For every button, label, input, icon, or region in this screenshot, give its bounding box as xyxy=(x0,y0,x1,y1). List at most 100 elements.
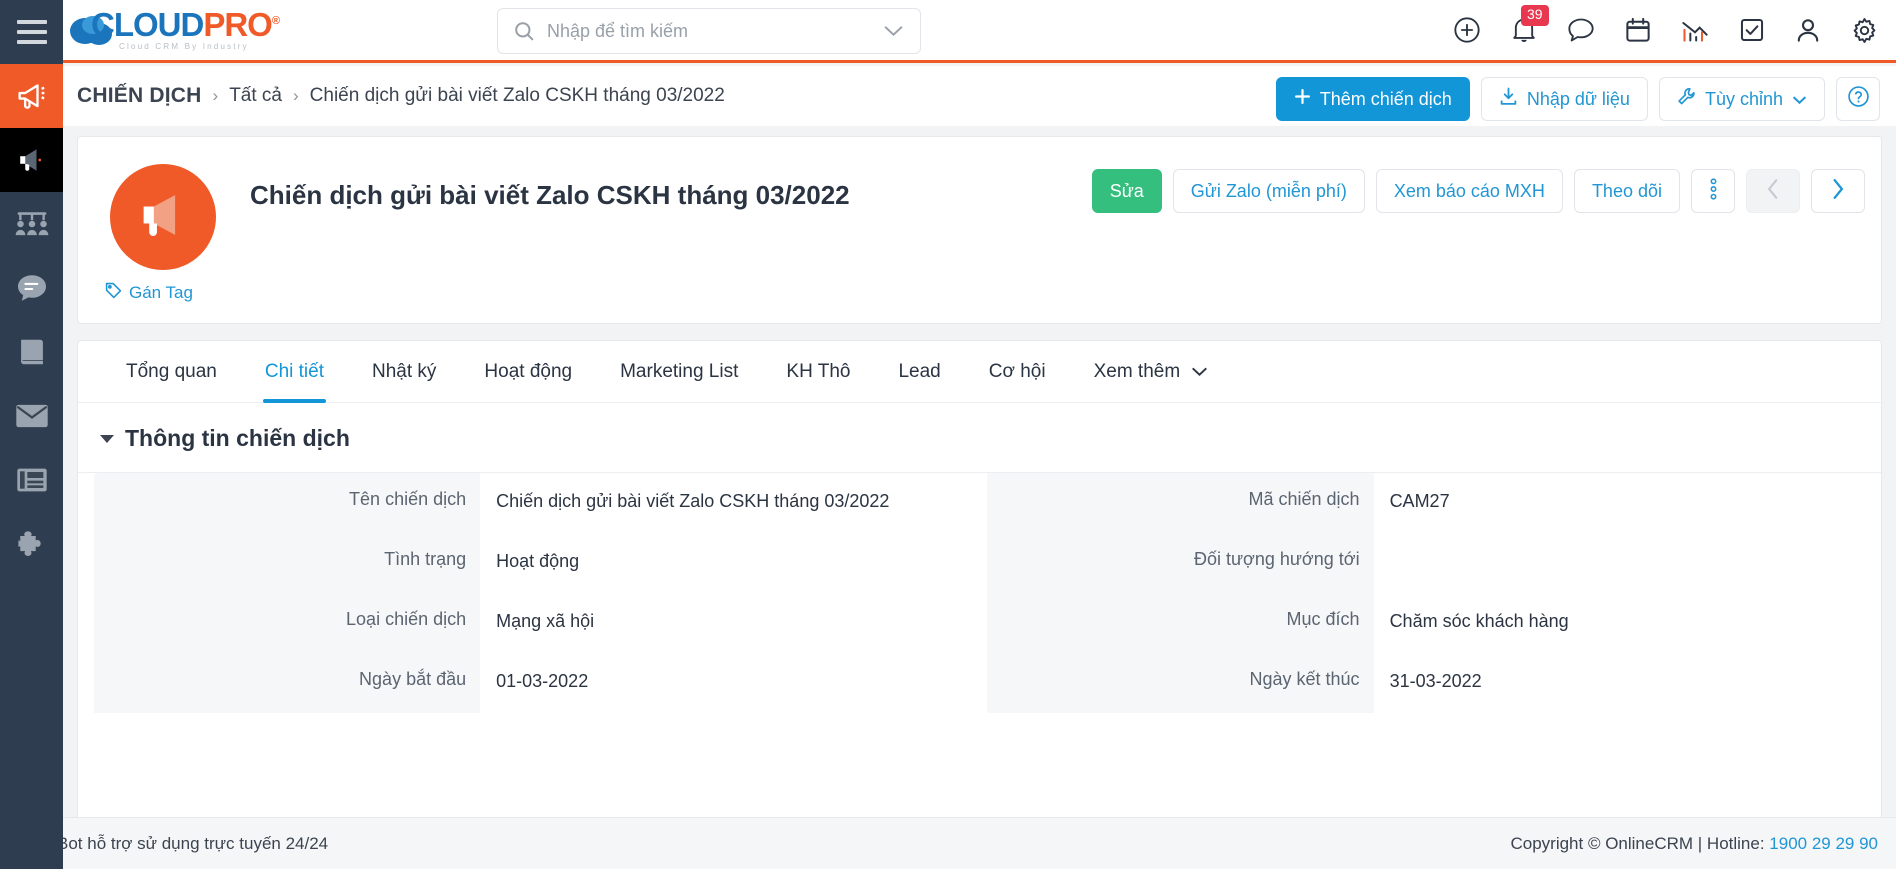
user-icon[interactable] xyxy=(1795,17,1821,43)
news-icon xyxy=(16,467,48,493)
add-campaign-label: Thêm chiến dịch xyxy=(1319,88,1452,109)
tab-label: Cơ hội xyxy=(988,360,1046,382)
sidebar-item-campaign-tooltip[interactable] xyxy=(0,128,63,192)
cloudpro-logo[interactable]: CLOUDPRO® Cloud CRM By Industry xyxy=(69,8,280,51)
tag-icon xyxy=(105,282,122,304)
customize-button[interactable]: Tùy chỉnh xyxy=(1658,77,1825,121)
field-value: Chăm sóc khách hàng xyxy=(1389,611,1569,631)
megaphone-icon xyxy=(15,145,48,175)
campaign-avatar xyxy=(110,164,216,270)
task-check-icon[interactable] xyxy=(1739,17,1765,43)
campaign-detail-card: Tổng quan Chi tiết Nhật ký Hoạt động Mar… xyxy=(77,340,1882,869)
tab-xem-them[interactable]: Xem thêm xyxy=(1070,341,1233,403)
help-button[interactable] xyxy=(1836,77,1880,121)
field-label: Đối tượng hướng tới xyxy=(987,533,1374,593)
help-circle-icon xyxy=(1847,85,1870,113)
kebab-menu-icon xyxy=(1710,177,1717,206)
field-row: Mã chiến dịch CAM27 xyxy=(987,473,1865,533)
breadcrumb: CHIẾN DỊCH › Tất cả › Chiến dịch gửi bài… xyxy=(77,84,725,108)
sidebar-item-library[interactable] xyxy=(0,320,63,384)
tab-lead[interactable]: Lead xyxy=(874,341,964,403)
edit-button-label: Sửa xyxy=(1109,180,1144,201)
field-label: Tình trạng xyxy=(94,533,481,593)
detail-right-column: Mã chiến dịch CAM27 Đối tượng hướng tới … xyxy=(987,473,1865,713)
add-circle-icon[interactable] xyxy=(1453,16,1481,44)
view-social-report-button[interactable]: Xem báo cáo MXH xyxy=(1375,169,1563,213)
tab-label: Lead xyxy=(898,360,941,382)
tab-label: Hoạt động xyxy=(484,360,573,382)
customize-label: Tùy chỉnh xyxy=(1704,88,1783,109)
global-search[interactable] xyxy=(497,8,921,54)
detail-field-grid: Tên chiến dịch Chiến dịch gửi bài viết Z… xyxy=(78,473,1881,713)
tab-nhat-ky[interactable]: Nhật ký xyxy=(348,341,460,403)
chat-icon xyxy=(16,274,48,302)
follow-label: Theo dõi xyxy=(1591,180,1662,201)
breadcrumb-item-all[interactable]: Tất cả xyxy=(229,85,282,107)
tab-label: Chi tiết xyxy=(264,360,324,382)
wrench-icon xyxy=(1677,87,1696,111)
field-label: Loại chiến dịch xyxy=(94,593,481,653)
tab-chi-tiet[interactable]: Chi tiết xyxy=(241,341,348,403)
breadcrumb-root[interactable]: CHIẾN DỊCH xyxy=(77,84,202,108)
analytics-icon[interactable] xyxy=(1681,17,1709,43)
field-label: Ngày kết thúc xyxy=(987,653,1374,713)
bell-icon[interactable]: 39 xyxy=(1511,5,1549,44)
section-header-campaign-info[interactable]: Thông tin chiến dịch xyxy=(78,403,1881,473)
previous-record-button[interactable] xyxy=(1746,169,1800,213)
hamburger-menu-button[interactable] xyxy=(0,0,63,64)
top-header-bar: CLOUDPRO® Cloud CRM By Industry Nhập để … xyxy=(63,0,1896,63)
chevron-down-icon[interactable] xyxy=(883,24,904,38)
mail-icon xyxy=(15,403,49,429)
tab-co-hoi[interactable]: Cơ hội xyxy=(965,341,1070,403)
hamburger-bar xyxy=(16,20,47,24)
next-record-button[interactable] xyxy=(1811,169,1865,213)
support-bot-label: Bot hỗ trợ sử dụng trực tuyến 24/24 xyxy=(57,833,329,853)
detail-tabs: Tổng quan Chi tiết Nhật ký Hoạt động Mar… xyxy=(78,341,1881,403)
campaign-action-buttons: Sửa Gửi Zalo (miễn phí) Xem báo cáo MXH … xyxy=(1091,169,1865,213)
gear-icon[interactable] xyxy=(1851,17,1878,44)
tab-label: KH Thô xyxy=(786,360,851,382)
search-icon xyxy=(514,21,535,42)
campaign-hero-card: Chiến dịch gửi bài viết Zalo CSKH tháng … xyxy=(77,136,1882,324)
chat-bubble-icon[interactable] xyxy=(1567,17,1595,43)
tab-label: Nhật ký xyxy=(372,360,437,382)
caret-down-icon xyxy=(100,434,114,443)
tab-hoat-dong[interactable]: Hoạt động xyxy=(460,341,596,403)
more-actions-button[interactable] xyxy=(1691,169,1735,213)
edit-button[interactable]: Sửa xyxy=(1091,169,1162,213)
import-data-button[interactable]: Nhập dữ liệu xyxy=(1480,77,1648,121)
add-campaign-button[interactable]: Thêm chiến dịch xyxy=(1275,77,1470,121)
field-row: Tên chiến dịch Chiến dịch gửi bài viết Z… xyxy=(94,473,972,533)
page-actions: Thêm chiến dịch Nhập dữ liệu Tùy chỉnh xyxy=(1275,77,1880,121)
book-icon xyxy=(17,337,47,367)
sidebar-item-email[interactable] xyxy=(0,384,63,448)
field-value: 31-03-2022 xyxy=(1389,671,1482,691)
field-row: Loại chiến dịch Mạng xã hội xyxy=(94,593,972,653)
support-bot-link[interactable]: Bot hỗ trợ sử dụng trực tuyến 24/24 xyxy=(18,829,329,858)
calendar-icon[interactable] xyxy=(1625,17,1651,43)
search-input[interactable] xyxy=(547,20,883,42)
left-sidebar xyxy=(0,0,63,869)
tab-kh-tho[interactable]: KH Thô xyxy=(762,341,874,403)
field-value: 01-03-2022 xyxy=(496,671,589,691)
send-zalo-label: Gửi Zalo (miễn phí) xyxy=(1190,180,1347,201)
field-label: Mục đích xyxy=(987,593,1374,653)
import-download-icon xyxy=(1499,87,1518,111)
chevron-left-icon xyxy=(1766,178,1780,205)
hotline-number[interactable]: 1900 29 29 90 xyxy=(1769,834,1878,853)
tab-tong-quan[interactable]: Tổng quan xyxy=(102,341,241,403)
chevron-down-icon xyxy=(1792,89,1807,110)
send-zalo-button[interactable]: Gửi Zalo (miễn phí) xyxy=(1172,169,1365,213)
tab-marketing-list[interactable]: Marketing List xyxy=(596,341,762,403)
sidebar-item-addons[interactable] xyxy=(0,512,63,576)
sidebar-item-news[interactable] xyxy=(0,448,63,512)
assign-tag-button[interactable]: Gán Tag xyxy=(105,282,193,304)
sidebar-item-customers[interactable] xyxy=(0,192,63,256)
field-value: Hoạt động xyxy=(496,551,580,571)
import-data-label: Nhập dữ liệu xyxy=(1526,88,1630,109)
notification-badge: 39 xyxy=(1521,5,1549,26)
follow-button[interactable]: Theo dõi xyxy=(1573,169,1680,213)
megaphone-icon xyxy=(14,80,50,113)
sidebar-item-campaign[interactable] xyxy=(0,64,63,128)
sidebar-item-chat[interactable] xyxy=(0,256,63,320)
